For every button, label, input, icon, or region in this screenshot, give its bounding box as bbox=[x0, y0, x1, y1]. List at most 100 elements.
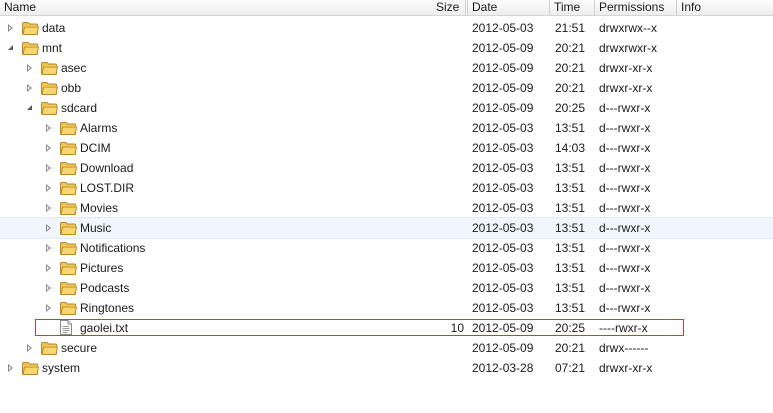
permissions-cell: drwxrwxr-x bbox=[599, 41, 657, 55]
expand-arrow-icon[interactable] bbox=[46, 284, 51, 292]
folder-row[interactable]: data 2012-05-03 21:51 drwxrwx--x bbox=[0, 18, 773, 38]
folder-name: LOST.DIR bbox=[80, 181, 135, 195]
folder-name: Notifications bbox=[80, 241, 146, 255]
expand-arrow-icon[interactable] bbox=[46, 264, 51, 272]
date-cell: 2012-05-09 bbox=[472, 101, 534, 115]
folder-row[interactable]: Podcasts 2012-05-03 13:51 d---rwxr-x bbox=[0, 278, 773, 298]
expand-arrow-icon[interactable] bbox=[46, 184, 51, 192]
expand-arrow-icon[interactable] bbox=[27, 84, 32, 92]
folder-icon bbox=[22, 362, 39, 375]
date-cell: 2012-05-09 bbox=[472, 341, 534, 355]
folder-row[interactable]: secure 2012-05-09 20:21 drwx------ bbox=[0, 338, 773, 358]
folder-row[interactable]: mnt 2012-05-09 20:21 drwxrwxr-x bbox=[0, 38, 773, 58]
column-header-size[interactable]: Size bbox=[436, 0, 459, 14]
folder-icon bbox=[60, 142, 77, 155]
date-cell: 2012-05-03 bbox=[472, 221, 534, 235]
date-cell: 2012-05-03 bbox=[472, 141, 534, 155]
folder-row[interactable]: system 2012-03-28 07:21 drwxr-xr-x bbox=[0, 358, 773, 378]
folder-row[interactable]: DCIM 2012-05-03 14:03 d---rwxr-x bbox=[0, 138, 773, 158]
folder-row[interactable]: LOST.DIR 2012-05-03 13:51 d---rwxr-x bbox=[0, 178, 773, 198]
file-row[interactable]: gaolei.txt 10 2012-05-09 20:25 ----rwxr-x bbox=[0, 318, 773, 338]
permissions-cell: drwxrwx--x bbox=[599, 21, 657, 35]
folder-icon bbox=[41, 62, 58, 75]
file-name: gaolei.txt bbox=[80, 321, 129, 335]
folder-icon bbox=[60, 122, 77, 135]
folder-row[interactable]: Pictures 2012-05-03 13:51 d---rwxr-x bbox=[0, 258, 773, 278]
collapse-arrow-icon[interactable] bbox=[8, 45, 13, 50]
date-cell: 2012-05-03 bbox=[472, 301, 534, 315]
time-cell: 20:21 bbox=[555, 61, 586, 75]
folder-icon bbox=[41, 102, 58, 115]
expand-arrow-icon[interactable] bbox=[46, 164, 51, 172]
date-cell: 2012-05-03 bbox=[472, 241, 534, 255]
permissions-cell: d---rwxr-x bbox=[599, 301, 651, 315]
folder-icon bbox=[22, 42, 39, 55]
folder-icon bbox=[41, 82, 58, 95]
time-cell: 13:51 bbox=[555, 301, 586, 315]
folder-name: Podcasts bbox=[80, 281, 130, 295]
permissions-cell: d---rwxr-x bbox=[599, 241, 651, 255]
permissions-cell: ----rwxr-x bbox=[599, 321, 648, 335]
permissions-cell: drwxr-xr-x bbox=[599, 61, 653, 75]
column-header-date[interactable]: Date bbox=[468, 0, 550, 15]
folder-icon bbox=[60, 182, 77, 195]
folder-name: Download bbox=[80, 161, 134, 175]
expand-arrow-icon[interactable] bbox=[46, 124, 51, 132]
time-cell: 13:51 bbox=[555, 261, 586, 275]
column-header-permissions[interactable]: Permissions bbox=[595, 0, 677, 15]
expand-arrow-icon[interactable] bbox=[27, 344, 32, 352]
folder-row[interactable]: Notifications 2012-05-03 13:51 d---rwxr-x bbox=[0, 238, 773, 258]
time-cell: 13:51 bbox=[555, 181, 586, 195]
column-header-name[interactable]: Name bbox=[0, 0, 466, 15]
folder-icon bbox=[41, 342, 58, 355]
folder-icon bbox=[60, 242, 77, 255]
folder-row[interactable]: asec 2012-05-09 20:21 drwxr-xr-x bbox=[0, 58, 773, 78]
folder-name: Movies bbox=[80, 201, 119, 215]
column-header: Name Size Date Time Permissions Info bbox=[0, 0, 773, 16]
expand-arrow-icon[interactable] bbox=[8, 24, 13, 32]
time-cell: 21:51 bbox=[555, 21, 586, 35]
expand-arrow-icon[interactable] bbox=[46, 204, 51, 212]
permissions-cell: d---rwxr-x bbox=[599, 261, 651, 275]
date-cell: 2012-05-03 bbox=[472, 121, 534, 135]
folder-name: system bbox=[42, 361, 81, 375]
folder-name: DCIM bbox=[80, 141, 111, 155]
date-cell: 2012-05-03 bbox=[472, 261, 534, 275]
folder-icon bbox=[60, 302, 77, 315]
time-cell: 13:51 bbox=[555, 221, 586, 235]
date-cell: 2012-05-03 bbox=[472, 21, 534, 35]
time-cell: 13:51 bbox=[555, 201, 586, 215]
expand-arrow-icon[interactable] bbox=[46, 224, 51, 232]
column-header-time[interactable]: Time bbox=[550, 0, 595, 15]
permissions-cell: d---rwxr-x bbox=[599, 181, 651, 195]
folder-row[interactable]: sdcard 2012-05-09 20:25 d---rwxr-x bbox=[0, 98, 773, 118]
time-cell: 13:51 bbox=[555, 281, 586, 295]
date-cell: 2012-05-09 bbox=[472, 41, 534, 55]
text-file-icon bbox=[60, 320, 76, 335]
folder-row[interactable]: obb 2012-05-09 20:21 drwxr-xr-x bbox=[0, 78, 773, 98]
folder-row[interactable]: Music 2012-05-03 13:51 d---rwxr-x bbox=[0, 217, 773, 239]
folder-icon bbox=[60, 282, 77, 295]
column-header-info[interactable]: Info bbox=[677, 0, 773, 15]
expand-arrow-icon[interactable] bbox=[46, 304, 51, 312]
expand-arrow-icon[interactable] bbox=[27, 64, 32, 72]
permissions-cell: d---rwxr-x bbox=[599, 121, 651, 135]
time-cell: 14:03 bbox=[555, 141, 586, 155]
highlight-box bbox=[35, 319, 684, 336]
folder-row[interactable]: Alarms 2012-05-03 13:51 d---rwxr-x bbox=[0, 118, 773, 138]
date-cell: 2012-05-03 bbox=[472, 161, 534, 175]
folder-row[interactable]: Ringtones 2012-05-03 13:51 d---rwxr-x bbox=[0, 298, 773, 318]
folder-row[interactable]: Download 2012-05-03 13:51 d---rwxr-x bbox=[0, 158, 773, 178]
folder-name: asec bbox=[61, 61, 87, 75]
folder-name: data bbox=[42, 21, 66, 35]
time-cell: 20:25 bbox=[555, 101, 586, 115]
date-cell: 2012-05-09 bbox=[472, 321, 534, 335]
expand-arrow-icon[interactable] bbox=[8, 364, 13, 372]
folder-name: Music bbox=[80, 221, 112, 235]
folder-icon bbox=[60, 262, 77, 275]
folder-icon bbox=[60, 222, 77, 235]
expand-arrow-icon[interactable] bbox=[46, 144, 51, 152]
collapse-arrow-icon[interactable] bbox=[27, 105, 32, 110]
expand-arrow-icon[interactable] bbox=[46, 244, 51, 252]
folder-row[interactable]: Movies 2012-05-03 13:51 d---rwxr-x bbox=[0, 198, 773, 218]
